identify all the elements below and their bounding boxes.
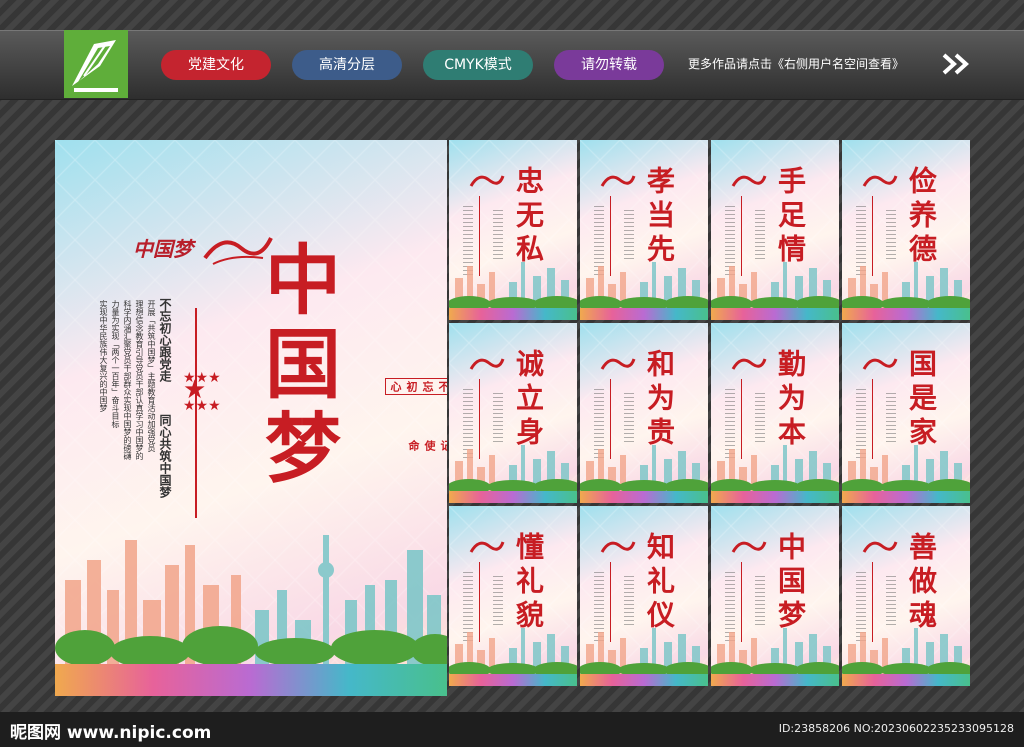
- city-skyline-icon: [711, 445, 839, 491]
- small-poster: 勤为本: [711, 323, 839, 503]
- poster-title: 手足情: [774, 166, 807, 268]
- tag-party-culture[interactable]: 党建文化: [161, 50, 271, 80]
- gradient-band: [580, 674, 708, 686]
- small-print-lines: [755, 210, 765, 260]
- city-skyline-icon: [449, 628, 577, 674]
- gradient-band: [711, 674, 839, 686]
- city-skyline-icon: [449, 262, 577, 308]
- small-print-lines: [755, 393, 765, 443]
- small-print-lines: [493, 210, 503, 260]
- gradient-band: [55, 664, 447, 696]
- ribbon-icon: [731, 175, 767, 187]
- gradient-band: [449, 491, 577, 503]
- intro-line: 实现中华民族伟大复兴的中国梦: [99, 300, 108, 412]
- small-print-lines: [624, 393, 634, 443]
- small-poster: 知礼仪: [580, 506, 708, 686]
- site-logo: [64, 30, 128, 98]
- city-skyline-icon: [711, 628, 839, 674]
- city-skyline-icon: [711, 262, 839, 308]
- poster-title: 中国梦: [774, 532, 807, 634]
- small-poster: 善做魂: [842, 506, 970, 686]
- gradient-band: [449, 674, 577, 686]
- poster-title: 和为贵: [643, 349, 676, 451]
- poster-title: 诚立身: [512, 349, 545, 451]
- intro-line: 开展「共筑中国梦」主题教育活动加强党员: [147, 300, 156, 452]
- gradient-band: [711, 308, 839, 320]
- city-skyline-icon: [580, 262, 708, 308]
- ribbon-icon: [469, 175, 505, 187]
- small-print-lines: [624, 576, 634, 626]
- image-id: ID:23858206 NO:20230602235233095128: [778, 722, 1014, 735]
- gradient-band: [842, 491, 970, 503]
- seal-stamp: 牢记使命: [407, 440, 447, 451]
- ribbon-icon: [862, 541, 898, 553]
- slogan-right: 同心共筑中国梦: [158, 414, 172, 498]
- city-skyline-icon: [580, 628, 708, 674]
- small-print-lines: [886, 576, 896, 626]
- intro-paragraph: 开展「共筑中国梦」主题教育活动加强党员 理想信念教育引导党员干部认真学习中国梦的…: [67, 300, 157, 500]
- pen-logo-icon: [72, 40, 118, 92]
- small-poster: 诚立身: [449, 323, 577, 503]
- small-print-lines: [624, 210, 634, 260]
- poster-title: 善做魂: [905, 532, 938, 634]
- ribbon-icon: [731, 358, 767, 370]
- ribbon-icon: [600, 175, 636, 187]
- main-poster: 中国梦 中国梦 ★★★ ★ ★★★ 不忘初心跟党走 同心共筑中国梦 开展「共筑中国梦…: [55, 140, 447, 696]
- small-poster: 国是家: [842, 323, 970, 503]
- city-skyline-icon: [842, 628, 970, 674]
- slogan-left: 不忘初心跟党走: [158, 298, 172, 382]
- tag-hd-layers[interactable]: 高清分层: [292, 50, 402, 80]
- poster-title: 勤为本: [774, 349, 807, 451]
- city-skyline-icon: [842, 262, 970, 308]
- city-skyline-icon: [449, 445, 577, 491]
- stars-icon: ★★★ ★ ★★★: [183, 370, 221, 414]
- gradient-band: [580, 308, 708, 320]
- ribbon-icon: [600, 358, 636, 370]
- logo-text: 中国梦: [133, 237, 193, 261]
- small-poster: 和为贵: [580, 323, 708, 503]
- intro-line: 力量为实现「两个一百年」奋斗目标: [111, 300, 120, 428]
- main-title: 中国梦: [252, 240, 341, 492]
- ribbon-icon: [731, 541, 767, 553]
- poster-title: 懂礼貌: [512, 532, 545, 634]
- poster-title: 忠无私: [512, 166, 545, 268]
- gradient-band: [711, 491, 839, 503]
- poster-title: 国是家: [905, 349, 938, 451]
- ribbon-icon: [862, 175, 898, 187]
- gradient-band: [580, 491, 708, 503]
- small-print-lines: [493, 393, 503, 443]
- gradient-band: [449, 308, 577, 320]
- poster-title: 俭养德: [905, 166, 938, 268]
- tag-no-repost[interactable]: 请勿转载: [554, 50, 664, 80]
- city-skyline-icon: [580, 445, 708, 491]
- gradient-band: [842, 308, 970, 320]
- intro-line: 科学内涵汇聚党员干部群众实现中国梦的磅礴: [123, 300, 132, 460]
- intro-line: 理想信念教育引导党员干部认真学习中国梦的: [135, 300, 144, 460]
- ribbon-icon: [469, 541, 505, 553]
- small-print-lines: [886, 210, 896, 260]
- ribbon-icon: [600, 541, 636, 553]
- small-print-lines: [493, 576, 503, 626]
- small-poster: 手足情: [711, 140, 839, 320]
- ribbon-icon: [862, 358, 898, 370]
- small-print-lines: [886, 393, 896, 443]
- ribbon-icon: [469, 358, 505, 370]
- city-skyline-icon: [55, 535, 447, 664]
- city-skyline-icon: [842, 445, 970, 491]
- poster-title: 孝当先: [643, 166, 676, 268]
- small-poster: 懂礼貌: [449, 506, 577, 686]
- small-poster: 忠无私: [449, 140, 577, 320]
- seal-stamp: 不忘初心: [385, 378, 447, 395]
- small-print-lines: [755, 576, 765, 626]
- small-poster: 俭养德: [842, 140, 970, 320]
- small-poster: 中国梦: [711, 506, 839, 686]
- more-works-link[interactable]: 更多作品请点击《右侧用户名空间查看》: [688, 55, 904, 72]
- site-watermark: 昵图网 www.nipic.com: [10, 723, 212, 743]
- small-poster: 孝当先: [580, 140, 708, 320]
- poster-title: 知礼仪: [643, 532, 676, 634]
- gradient-band: [842, 674, 970, 686]
- tag-cmyk[interactable]: CMYK模式: [423, 50, 533, 80]
- double-arrow-icon[interactable]: [942, 52, 970, 80]
